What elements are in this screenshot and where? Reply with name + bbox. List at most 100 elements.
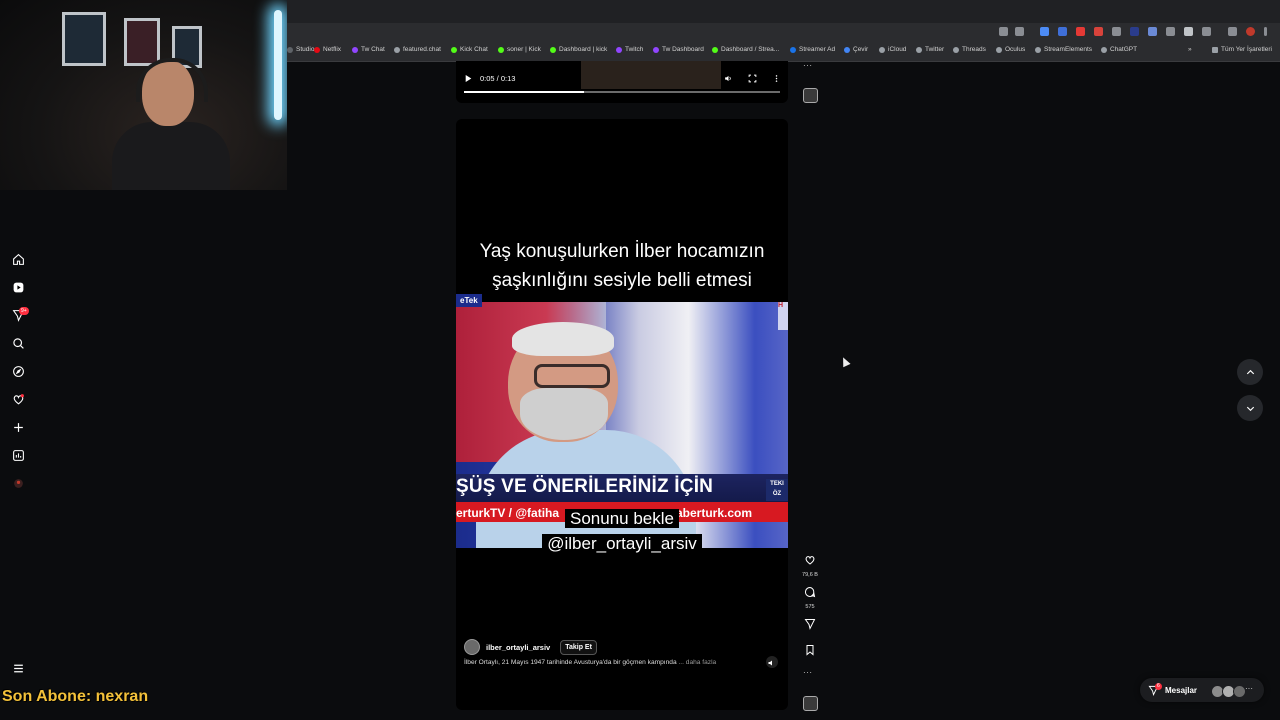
bookmark-item[interactable]: Oculus bbox=[996, 46, 1025, 53]
extension-icon[interactable] bbox=[1130, 27, 1139, 36]
more-options-icon[interactable]: ··· bbox=[1245, 684, 1253, 693]
bookmark-item[interactable]: StreamElements bbox=[1035, 46, 1092, 53]
bookmark-label: Çevir bbox=[853, 46, 869, 53]
bookmark-item[interactable]: Twitch bbox=[616, 46, 643, 53]
video-controls: 0:05 / 0:13 bbox=[456, 61, 788, 103]
all-bookmarks-folder[interactable]: Tüm Yer İşaretleri bbox=[1212, 46, 1272, 53]
follow-button[interactable]: Takip Et bbox=[560, 639, 597, 655]
wall-frame bbox=[124, 18, 160, 66]
translate-icon bbox=[844, 46, 850, 53]
reels-icon[interactable] bbox=[11, 280, 25, 294]
bookmark-item[interactable]: Tw Chat bbox=[352, 46, 385, 53]
wall-frame bbox=[62, 12, 106, 66]
reel-video[interactable]: eTek H ŞÜŞ VE ÖNERİLERİNİZ İÇİN TEKI ÖZ … bbox=[456, 119, 788, 710]
heart-notifications-icon[interactable] bbox=[11, 392, 25, 406]
like-button[interactable]: 79,6 B bbox=[800, 553, 820, 578]
bookmark-label: Threads bbox=[962, 46, 986, 53]
home-icon[interactable] bbox=[11, 252, 25, 266]
mute-toggle-icon[interactable] bbox=[766, 656, 778, 668]
caption-line: şaşkınlığını sesiyle belli etmesi bbox=[486, 270, 758, 291]
bookmark-item[interactable]: Çevir bbox=[844, 46, 868, 53]
dashboard-icon[interactable] bbox=[11, 448, 25, 462]
extension-icon[interactable] bbox=[1076, 27, 1085, 36]
twitch-icon bbox=[616, 46, 622, 53]
bookmark-favicon-icon bbox=[287, 46, 293, 53]
globe-icon bbox=[394, 46, 400, 53]
extension-icon[interactable] bbox=[1148, 27, 1157, 36]
bookmark-item[interactable]: Studio bbox=[287, 46, 314, 53]
profile-avatar[interactable] bbox=[11, 476, 25, 490]
bookmark-item[interactable]: Netflix bbox=[314, 46, 341, 53]
browser-menu-icon[interactable] bbox=[1264, 27, 1267, 36]
bookmark-label: Streamer Ad bbox=[799, 46, 836, 53]
bookmark-item[interactable]: Threads bbox=[953, 46, 986, 53]
install-app-icon[interactable] bbox=[999, 27, 1008, 36]
bookmark-item[interactable]: iCloud bbox=[879, 46, 906, 53]
extension-icon[interactable] bbox=[1094, 27, 1103, 36]
bookmark-item[interactable]: Kick Chat bbox=[451, 46, 488, 53]
comment-button[interactable]: 575 bbox=[800, 585, 820, 610]
reel-caption-bottom: Sonunu bekle @ilber_ortayli_arsiv bbox=[456, 506, 788, 556]
previous-reel-button[interactable] bbox=[1237, 359, 1263, 385]
bookmarks-overflow-button[interactable]: » bbox=[1188, 46, 1192, 53]
extension-icon[interactable] bbox=[1058, 27, 1067, 36]
audio-thumbnail[interactable] bbox=[803, 88, 818, 103]
twitch-icon bbox=[352, 46, 358, 53]
chevron-down-icon bbox=[1246, 406, 1254, 411]
bookmark-label: Dashboard / Strea... bbox=[721, 46, 780, 53]
volume-icon[interactable] bbox=[724, 74, 733, 83]
caption-line: Yaş konuşulurken İlber hocamızın bbox=[473, 241, 771, 262]
bookmark-label: Tw Dashboard bbox=[662, 46, 704, 53]
bookmark-star-icon[interactable] bbox=[1015, 27, 1024, 36]
extension-icon[interactable] bbox=[1040, 27, 1049, 36]
bookmark-item[interactable]: soner | Kick bbox=[498, 46, 541, 53]
hamburger-menu-icon[interactable] bbox=[11, 661, 25, 675]
bookmark-icon bbox=[806, 645, 814, 656]
bookmark-label: Tüm Yer İşaretleri bbox=[1221, 46, 1272, 53]
bookmark-label: Twitch bbox=[625, 46, 644, 53]
search-icon[interactable] bbox=[11, 336, 25, 350]
twitch-icon bbox=[653, 46, 659, 53]
save-button[interactable] bbox=[800, 643, 820, 661]
share-button[interactable] bbox=[800, 617, 820, 635]
kick-icon bbox=[712, 46, 718, 53]
more-options-icon[interactable]: ··· bbox=[803, 668, 813, 677]
reel-author: ilber_ortayli_arsiv Takip Et bbox=[464, 639, 597, 655]
bookmark-item[interactable]: Twitter bbox=[916, 46, 944, 53]
extensions-puzzle-icon[interactable] bbox=[1202, 27, 1211, 36]
extension-icon[interactable] bbox=[1166, 27, 1175, 36]
more-vertical-icon[interactable] bbox=[772, 74, 781, 83]
caption-line: Sonunu bekle bbox=[565, 509, 679, 528]
person-beard bbox=[520, 388, 608, 440]
video-progress-bar[interactable] bbox=[464, 91, 780, 93]
light-bar bbox=[274, 10, 282, 120]
globe-icon bbox=[953, 46, 959, 53]
more-options-icon[interactable]: ··· bbox=[803, 61, 813, 70]
send-icon bbox=[804, 619, 816, 630]
reel-caption-top: Yaş konuşulurken İlber hocamızın şaşkınl… bbox=[456, 237, 788, 295]
mouse-cursor bbox=[839, 355, 851, 368]
avatar[interactable] bbox=[464, 639, 480, 655]
bookmark-item[interactable]: Dashboard | kick bbox=[550, 46, 607, 53]
last-subscriber-overlay: Son Abone: nexran bbox=[2, 688, 149, 705]
read-more-link[interactable]: ... daha fazla bbox=[678, 659, 716, 666]
shield-icon[interactable] bbox=[1184, 27, 1193, 36]
bookmark-item[interactable]: Dashboard / Strea... bbox=[712, 46, 779, 53]
previous-reel[interactable]: 0:05 / 0:13 bbox=[456, 61, 788, 103]
bookmark-item[interactable]: featured.chat bbox=[394, 46, 441, 53]
play-icon[interactable] bbox=[465, 75, 472, 82]
explore-compass-icon[interactable] bbox=[11, 364, 25, 378]
bookmark-item[interactable]: Tw Dashboard bbox=[653, 46, 704, 53]
fullscreen-icon[interactable] bbox=[748, 74, 757, 83]
username-link[interactable]: ilber_ortayli_arsiv bbox=[486, 643, 550, 652]
bookmark-item[interactable]: ChatGPT bbox=[1101, 46, 1137, 53]
bookmark-item[interactable]: Streamer Ad bbox=[790, 46, 835, 53]
kick-icon bbox=[451, 46, 457, 53]
create-plus-icon[interactable] bbox=[11, 420, 25, 434]
next-reel-button[interactable] bbox=[1237, 395, 1263, 421]
reading-list-icon[interactable] bbox=[1228, 27, 1237, 36]
audio-thumbnail[interactable] bbox=[803, 696, 818, 711]
chevron-up-icon bbox=[1246, 369, 1254, 374]
profile-avatar-icon[interactable] bbox=[1246, 27, 1255, 36]
extension-icon[interactable] bbox=[1112, 27, 1121, 36]
